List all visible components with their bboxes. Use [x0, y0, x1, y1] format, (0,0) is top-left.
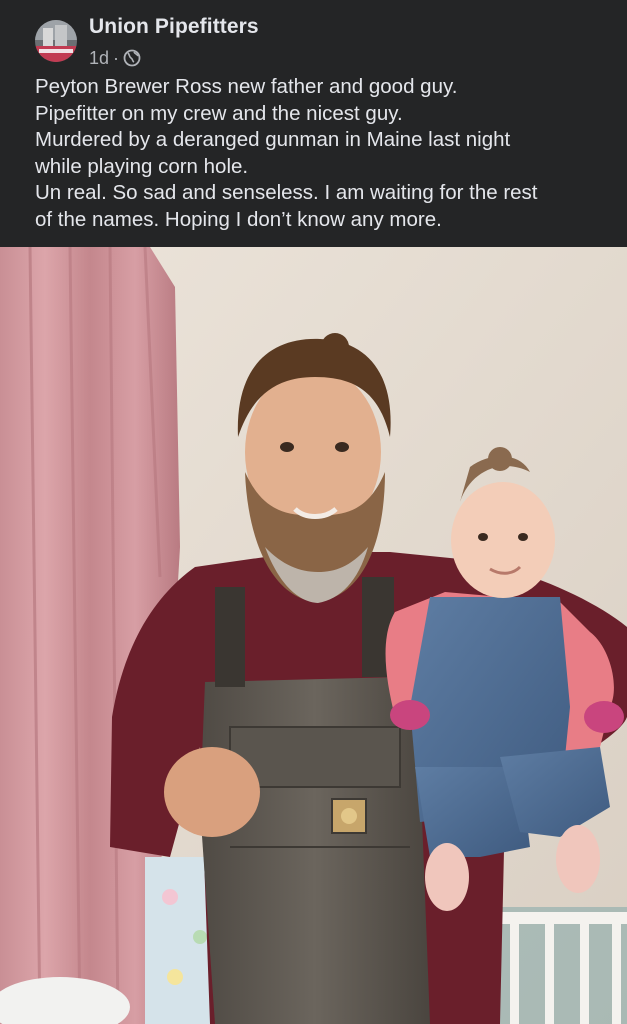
post-time[interactable]: 1d — [89, 48, 109, 69]
post-text-line: Un real. So sad and senseless. I am wait… — [35, 181, 538, 204]
post-text-line: Pipefitter on my crew and the nicest guy… — [35, 101, 403, 125]
post-text-line: Peyton Brewer Ross new father and good g… — [35, 75, 458, 98]
page-name[interactable]: Union Pipefitters — [89, 15, 259, 39]
post-photo[interactable] — [0, 247, 627, 1024]
globe-icon[interactable] — [123, 49, 141, 67]
post-text-line: of the names. Hoping I don’t know any mo… — [35, 207, 442, 231]
post-text-line: Murdered by a deranged gunman in Maine l… — [35, 128, 511, 151]
post-meta: 1d · — [89, 46, 141, 70]
post-text: Peyton Brewer Ross new father and good g… — [35, 74, 620, 233]
post-header: Union Pipefitters 1d · Peyton Brewer Ros… — [0, 0, 627, 247]
page-avatar[interactable] — [35, 20, 77, 62]
baby-face — [451, 482, 555, 598]
man-hand — [164, 747, 260, 837]
post-text-line: while playing corn hole. — [35, 154, 249, 178]
meta-separator: · — [113, 47, 120, 68]
